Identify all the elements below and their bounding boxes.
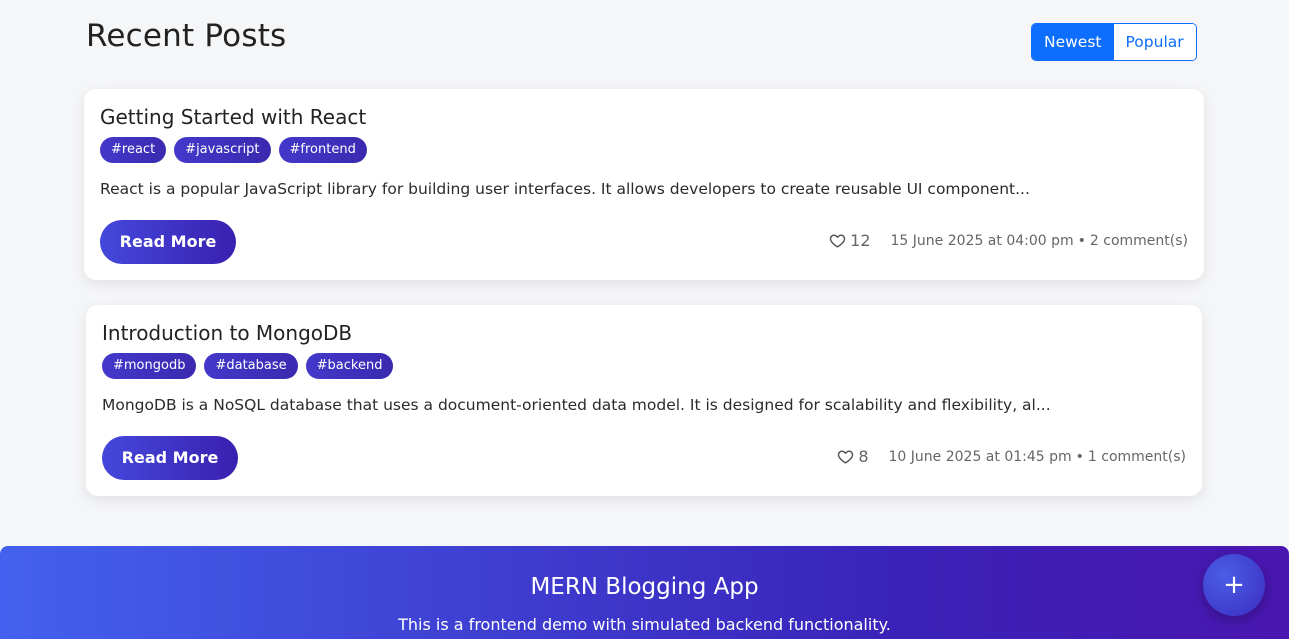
post-meta: 12 15 June 2025 at 04:00 pm • 2 comment(… xyxy=(829,231,1188,250)
meta-separator: • xyxy=(1077,232,1086,249)
add-post-button[interactable]: + xyxy=(1203,554,1265,616)
comment-count: 1 comment(s) xyxy=(1087,448,1186,465)
tag-badge[interactable]: #frontend xyxy=(278,137,367,163)
tag-badge[interactable]: #javascript xyxy=(174,137,271,163)
post-tags: #react #javascript #frontend xyxy=(100,137,367,163)
tag-badge[interactable]: #backend xyxy=(305,353,394,379)
post-excerpt: React is a popular JavaScript library fo… xyxy=(100,180,1030,198)
post-tags: #mongodb #database #backend xyxy=(102,353,394,379)
read-more-button[interactable]: Read More xyxy=(102,436,238,480)
tag-badge[interactable]: #database xyxy=(204,353,298,379)
plus-icon: + xyxy=(1223,570,1245,600)
post-excerpt: MongoDB is a NoSQL database that uses a … xyxy=(102,396,1051,414)
site-footer: MERN Blogging App This is a frontend dem… xyxy=(0,546,1289,639)
comment-count: 2 comment(s) xyxy=(1089,232,1188,249)
read-more-button[interactable]: Read More xyxy=(100,220,236,264)
footer-subtitle: This is a frontend demo with simulated b… xyxy=(398,615,891,634)
post-card: Getting Started with React #react #javas… xyxy=(84,89,1204,280)
sort-toggle-group: Newest Popular xyxy=(1031,23,1197,61)
tag-badge[interactable]: #mongodb xyxy=(102,353,197,379)
sort-popular-button[interactable]: Popular xyxy=(1113,24,1196,60)
post-date: 15 June 2025 at 04:00 pm xyxy=(890,232,1074,249)
sort-newest-button[interactable]: Newest xyxy=(1032,24,1114,60)
post-title: Introduction to MongoDB xyxy=(102,321,353,345)
heart-icon xyxy=(829,234,846,248)
page-title: Recent Posts xyxy=(86,18,287,54)
post-meta: 8 10 June 2025 at 01:45 pm • 1 comment(s… xyxy=(837,447,1186,466)
post-card: Introduction to MongoDB #mongodb #databa… xyxy=(86,305,1202,496)
heart-icon xyxy=(838,450,854,464)
like-count: 12 xyxy=(850,231,871,250)
post-title: Getting Started with React xyxy=(100,105,367,129)
like-button[interactable]: 12 xyxy=(829,231,871,250)
meta-separator: • xyxy=(1075,448,1084,465)
like-count: 8 xyxy=(858,447,869,466)
tag-badge[interactable]: #react xyxy=(100,137,167,163)
post-date: 10 June 2025 at 01:45 pm xyxy=(888,448,1072,465)
footer-title: MERN Blogging App xyxy=(530,574,759,600)
like-button[interactable]: 8 xyxy=(837,447,869,466)
